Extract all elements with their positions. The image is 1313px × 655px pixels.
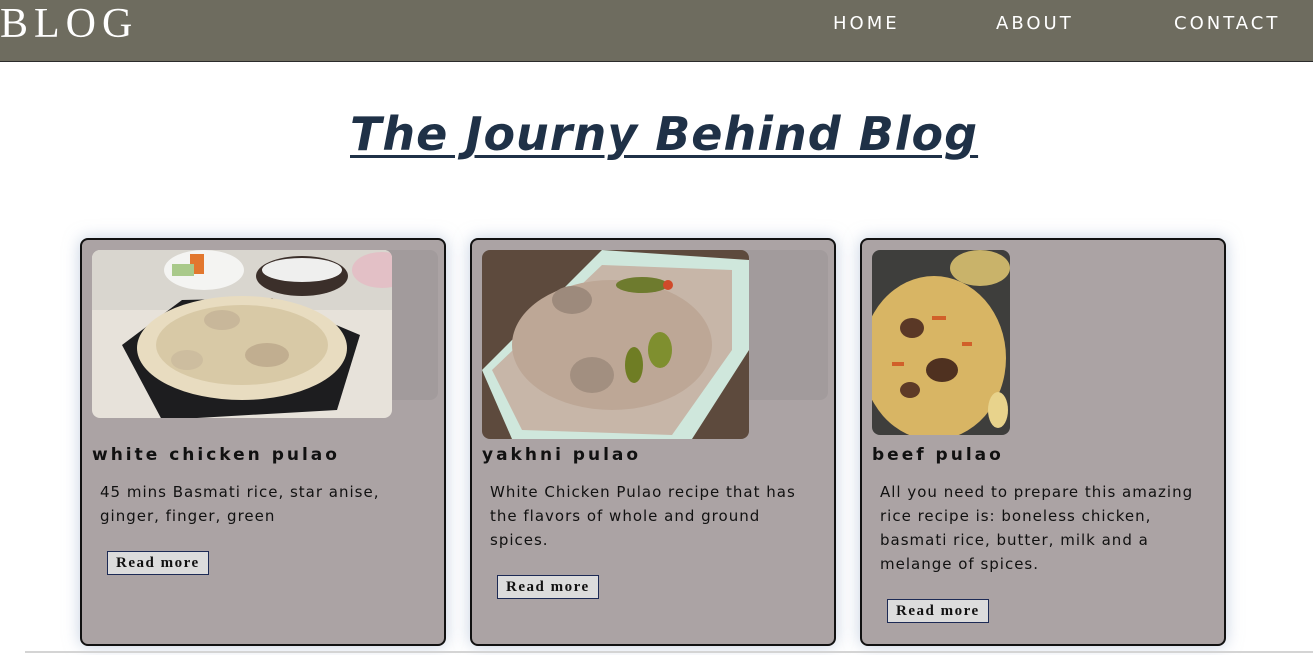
horizontal-scrollbar[interactable] bbox=[25, 651, 1313, 653]
recipe-card: yakhni pulao White Chicken Pulao recipe … bbox=[470, 238, 836, 646]
top-navbar: BLOG HOME ABOUT CONTACT bbox=[0, 0, 1313, 62]
beef-pulao-photo bbox=[872, 250, 1010, 435]
nav-link-home[interactable]: HOME bbox=[833, 13, 900, 35]
yakhni-pulao-photo bbox=[482, 250, 749, 439]
recipe-card: beef pulao All you need to prepare this … bbox=[860, 238, 1226, 646]
card-description: 45 mins Basmati rice, star anise, ginger… bbox=[100, 483, 380, 525]
read-more-button[interactable]: Read more bbox=[887, 599, 989, 623]
read-more-button[interactable]: Read more bbox=[107, 551, 209, 575]
white-chicken-pulao-photo bbox=[92, 250, 392, 418]
nav-link-about[interactable]: ABOUT bbox=[996, 13, 1074, 35]
site-logo[interactable]: BLOG bbox=[0, 0, 138, 49]
card-description: White Chicken Pulao recipe that has the … bbox=[490, 483, 796, 549]
nav-link-contact[interactable]: CONTACT bbox=[1174, 13, 1280, 35]
read-more-button[interactable]: Read more bbox=[497, 575, 599, 599]
card-title: yakhni pulao bbox=[482, 445, 642, 465]
page-title: The Journy Behind Blog bbox=[350, 107, 979, 161]
recipe-card: white chicken pulao 45 mins Basmati rice… bbox=[80, 238, 446, 646]
card-description: All you need to prepare this amazing ric… bbox=[880, 483, 1194, 573]
card-title: white chicken pulao bbox=[92, 445, 340, 465]
card-title: beef pulao bbox=[872, 445, 1004, 465]
